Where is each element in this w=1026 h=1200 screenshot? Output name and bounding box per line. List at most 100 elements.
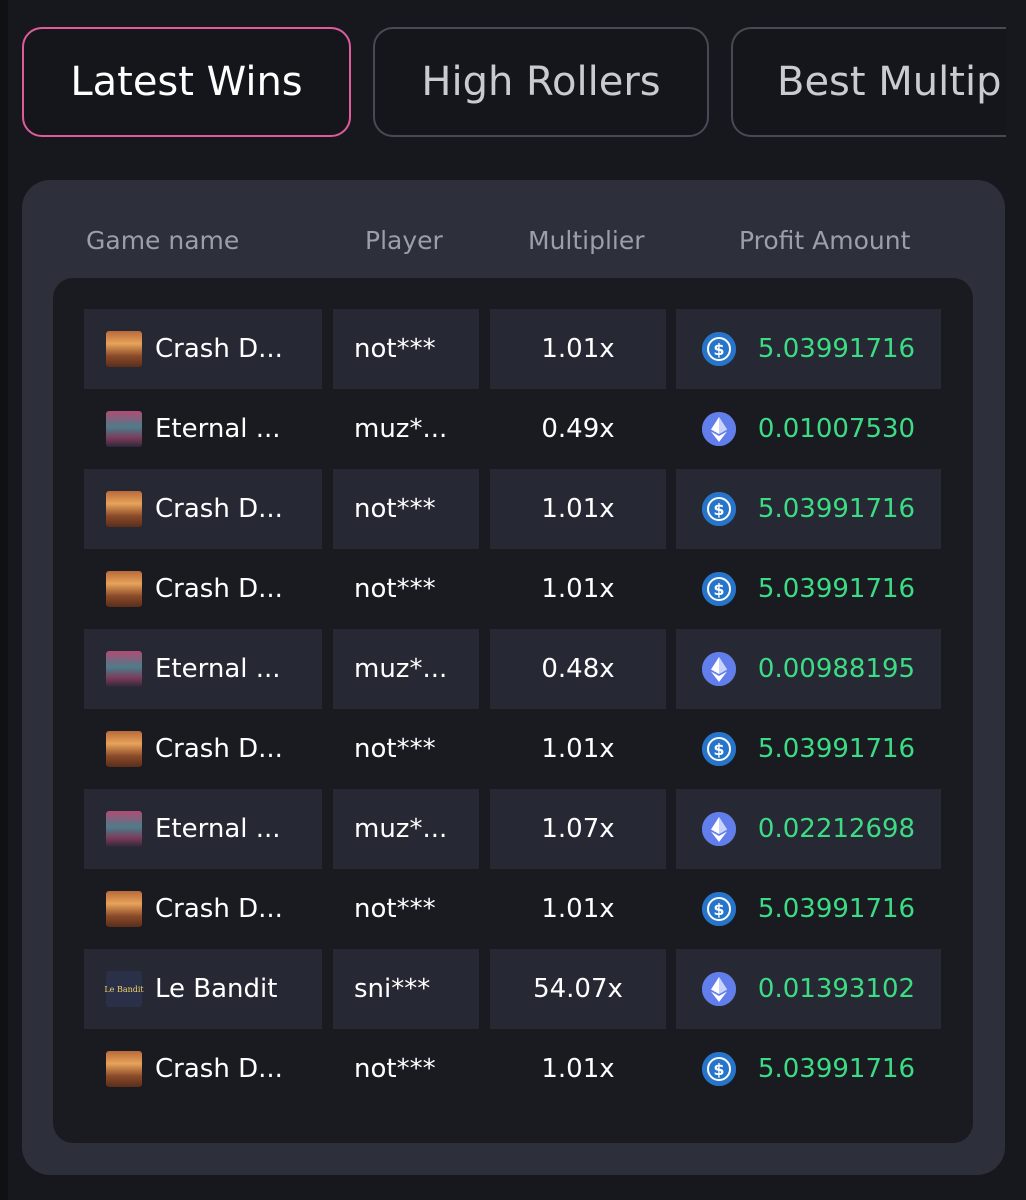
multiplier-cell: 0.49x <box>490 389 666 469</box>
game-name: Eternal ... <box>155 814 281 844</box>
multiplier-cell: 1.01x <box>490 549 666 629</box>
player-name: not*** <box>354 334 436 364</box>
usdc-icon: $ <box>701 332 736 366</box>
game-cell[interactable]: Crash D... <box>84 309 322 389</box>
player-name: muz*... <box>354 814 448 844</box>
profit-cell: 0.01007530 <box>676 389 941 469</box>
wins-panel: Game name Player Multiplier Profit Amoun… <box>22 180 1005 1175</box>
game-cell[interactable]: Crash D... <box>84 709 322 789</box>
game-cell[interactable]: Crash D... <box>84 1029 322 1109</box>
game-name: Crash D... <box>155 334 283 364</box>
game-thumbnail <box>106 331 142 367</box>
usdc-icon: $ <box>701 572 736 606</box>
profit-cell: $ 5.03991716 <box>676 709 941 789</box>
player-name: not*** <box>354 1054 436 1084</box>
multiplier-value: 1.01x <box>541 1054 615 1084</box>
multiplier-cell: 1.01x <box>490 709 666 789</box>
table-row[interactable]: Crash D... not*** 1.01x $ 5.03991716 <box>84 869 942 949</box>
multiplier-value: 1.01x <box>541 334 615 364</box>
player-name: not*** <box>354 894 436 924</box>
multiplier-cell: 1.07x <box>490 789 666 869</box>
svg-text:$: $ <box>713 500 724 519</box>
game-thumbnail <box>106 651 142 687</box>
left-edge-divider <box>0 0 8 1200</box>
table-row[interactable]: Eternal ... muz*... 0.48x 0.00988195 <box>84 629 942 709</box>
game-name: Eternal ... <box>155 414 281 444</box>
multiplier-value: 1.07x <box>541 814 615 844</box>
profit-amount: 0.01007530 <box>757 414 916 444</box>
page: Latest Wins High Rollers Best Multip Gam… <box>0 0 1026 1200</box>
profit-amount: 0.00988195 <box>757 654 916 684</box>
svg-text:$: $ <box>713 1060 724 1079</box>
svg-text:$: $ <box>713 900 724 919</box>
table-row[interactable]: Crash D... not*** 1.01x $ 5.03991716 <box>84 309 942 389</box>
profit-cell: 0.00988195 <box>676 629 941 709</box>
multiplier-value: 1.01x <box>541 574 615 604</box>
profit-amount: 5.03991716 <box>757 1054 916 1084</box>
multiplier-cell: 0.48x <box>490 629 666 709</box>
usdc-icon: $ <box>701 1052 736 1086</box>
profit-cell: $ 5.03991716 <box>676 469 941 549</box>
eth-icon <box>701 812 736 846</box>
game-cell[interactable]: Eternal ... <box>84 389 322 469</box>
player-name: not*** <box>354 494 436 524</box>
player-cell: not*** <box>333 309 479 389</box>
multiplier-value: 54.07x <box>533 974 623 1004</box>
game-thumbnail <box>106 891 142 927</box>
game-name: Crash D... <box>155 734 283 764</box>
usdc-icon: $ <box>701 892 736 926</box>
table-rows: Crash D... not*** 1.01x $ 5.03991716 Ete… <box>84 309 942 1109</box>
game-name: Crash D... <box>155 494 283 524</box>
game-thumbnail <box>106 571 142 607</box>
game-cell[interactable]: Crash D... <box>84 469 322 549</box>
table-row[interactable]: Eternal ... muz*... 1.07x 0.02212698 <box>84 789 942 869</box>
profit-amount: 5.03991716 <box>757 494 916 524</box>
multiplier-value: 0.48x <box>541 654 615 684</box>
player-name: sni*** <box>354 974 431 1004</box>
game-cell[interactable]: Eternal ... <box>84 629 322 709</box>
player-name: not*** <box>354 734 436 764</box>
tab-best-multipliers[interactable]: Best Multip <box>731 27 1006 137</box>
player-cell: not*** <box>333 1029 479 1109</box>
svg-text:$: $ <box>713 340 724 359</box>
profit-cell: 0.02212698 <box>676 789 941 869</box>
profit-cell: $ 5.03991716 <box>676 549 941 629</box>
profit-amount: 0.01393102 <box>757 974 916 1004</box>
profit-cell: 0.01393102 <box>676 949 941 1029</box>
usdc-icon: $ <box>701 732 736 766</box>
profit-amount: 5.03991716 <box>757 334 916 364</box>
table-row[interactable]: Eternal ... muz*... 0.49x 0.01007530 <box>84 389 942 469</box>
header-profit-amount: Profit Amount <box>739 226 911 255</box>
eth-icon <box>701 412 736 446</box>
table-row[interactable]: Crash D... not*** 1.01x $ 5.03991716 <box>84 469 942 549</box>
header-player: Player <box>365 226 443 255</box>
profit-amount: 5.03991716 <box>757 894 916 924</box>
game-name: Eternal ... <box>155 654 281 684</box>
table-row[interactable]: Crash D... not*** 1.01x $ 5.03991716 <box>84 549 942 629</box>
game-cell[interactable]: Eternal ... <box>84 789 322 869</box>
table-row[interactable]: Le Bandit Le Bandit sni*** 54.07x 0.0139… <box>84 949 942 1029</box>
table-header: Game name Player Multiplier Profit Amoun… <box>22 220 1005 264</box>
game-cell[interactable]: Crash D... <box>84 549 322 629</box>
game-thumbnail <box>106 491 142 527</box>
game-name: Crash D... <box>155 574 283 604</box>
profit-amount: 5.03991716 <box>757 734 916 764</box>
game-thumbnail <box>106 811 142 847</box>
tab-high-rollers[interactable]: High Rollers <box>373 27 709 137</box>
eth-icon <box>701 652 736 686</box>
player-cell: muz*... <box>333 389 479 469</box>
game-cell[interactable]: Le Bandit Le Bandit <box>84 949 322 1029</box>
multiplier-value: 1.01x <box>541 894 615 924</box>
svg-text:$: $ <box>713 740 724 759</box>
table-row[interactable]: Crash D... not*** 1.01x $ 5.03991716 <box>84 1029 942 1109</box>
thumb-label: Le Bandit <box>104 984 144 994</box>
multiplier-value: 1.01x <box>541 494 615 524</box>
game-name: Le Bandit <box>155 974 278 1004</box>
player-name: not*** <box>354 574 436 604</box>
multiplier-cell: 1.01x <box>490 869 666 949</box>
player-cell: muz*... <box>333 629 479 709</box>
profit-amount: 0.02212698 <box>757 814 916 844</box>
table-row[interactable]: Crash D... not*** 1.01x $ 5.03991716 <box>84 709 942 789</box>
tab-latest-wins[interactable]: Latest Wins <box>22 27 351 137</box>
game-cell[interactable]: Crash D... <box>84 869 322 949</box>
